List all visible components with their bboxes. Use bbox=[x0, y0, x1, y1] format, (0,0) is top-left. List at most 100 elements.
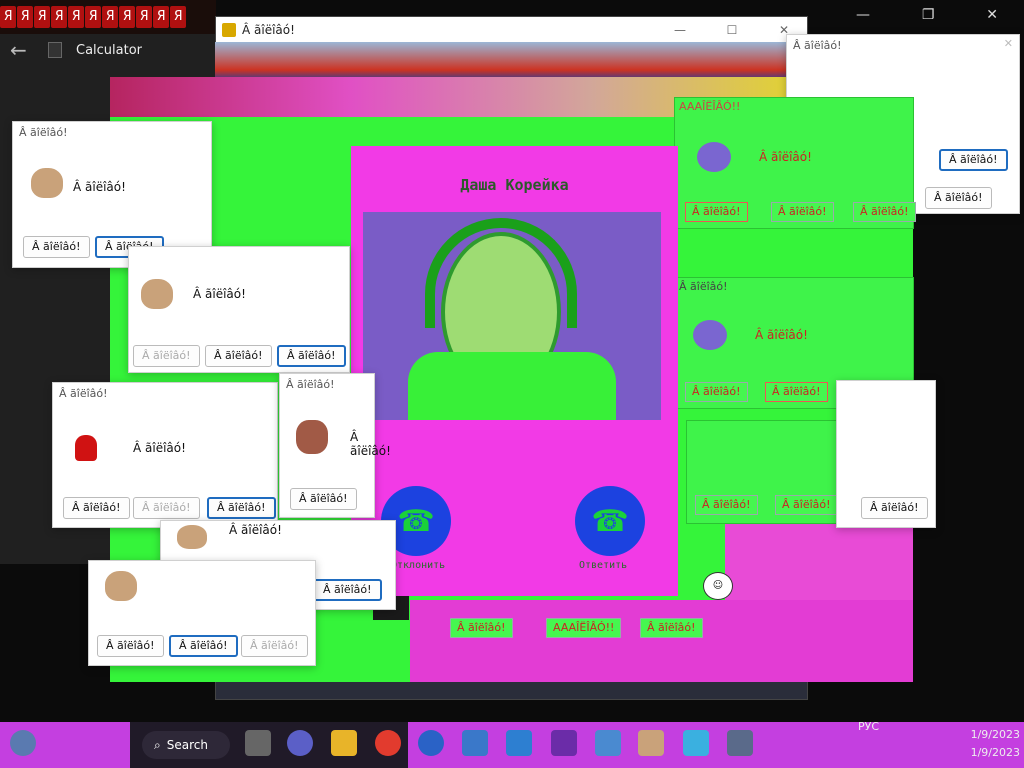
dialog-message: Â ãîëîâó! bbox=[133, 441, 186, 455]
main-window-titlebar: Â ãîëîâó! — ☐ ✕ bbox=[216, 17, 807, 43]
dog-avatar bbox=[105, 571, 137, 601]
decline-call-label: Отклонить bbox=[391, 560, 446, 571]
dialog-message: Â ãîëîâó! bbox=[229, 523, 282, 537]
back-arrow-icon[interactable]: ← bbox=[10, 38, 34, 62]
browser-tab[interactable]: Я bbox=[102, 6, 118, 28]
dialog-button[interactable]: Â ãîëîâó! bbox=[939, 149, 1008, 171]
search-label: Search bbox=[166, 738, 208, 752]
weather-icon[interactable] bbox=[10, 730, 36, 756]
dialog-button[interactable]: Â ãîëîâó! bbox=[207, 497, 276, 519]
dialog: Â ãîëîâó! Â ãîëîâó! Â ãîëîâó! Â ãîëîâó! bbox=[128, 246, 350, 373]
dialog-message: Â ãîëîâó! bbox=[759, 150, 812, 164]
dialog-button[interactable]: Â ãîëîâó! bbox=[861, 497, 928, 519]
accept-call-label: Ответить bbox=[579, 560, 628, 571]
calculator-titlebar: ← Calculator bbox=[0, 34, 216, 66]
dialog-button[interactable]: Â ãîëîâó! bbox=[169, 635, 238, 657]
man-avatar bbox=[296, 420, 328, 454]
image-viewer-icon[interactable] bbox=[595, 730, 621, 756]
dialog-button[interactable]: Â ãîëîâó! bbox=[685, 382, 748, 402]
dialog-title: Â ãîëîâó! bbox=[59, 387, 108, 400]
paint-icon[interactable] bbox=[683, 730, 709, 756]
dialog-button[interactable]: Â ãîëîâó! bbox=[133, 345, 200, 367]
browser-tab[interactable]: Я bbox=[51, 6, 67, 28]
maximize-icon[interactable]: ☐ bbox=[709, 23, 755, 37]
shirt-shape bbox=[408, 352, 616, 420]
taskbar-search-button[interactable]: ⌕ Search bbox=[142, 731, 230, 759]
dialog-button[interactable]: Â ãîëîâó! bbox=[685, 202, 748, 222]
dialog: Â ãîëîâó! bbox=[836, 380, 936, 528]
dog-app-icon[interactable] bbox=[638, 730, 664, 756]
calculator-icon bbox=[48, 42, 62, 58]
flag-banner-image bbox=[215, 42, 808, 82]
minimize-icon[interactable]: — bbox=[856, 7, 870, 23]
caller-photo bbox=[363, 212, 661, 420]
teams-chat-icon[interactable] bbox=[287, 730, 313, 756]
dialog-button[interactable]: Â ãîëîâó! bbox=[695, 495, 758, 515]
dialog-message: Â ãîëîâó! bbox=[755, 328, 808, 342]
dialog: Â ãîëîâó! Â ãîëîâó! Â ãîëîâó! bbox=[88, 560, 316, 666]
language-indicator[interactable]: РУС bbox=[858, 720, 879, 733]
avatar bbox=[693, 320, 727, 350]
dialog: Â ãîëîâó! Â ãîëîâó! Â ãîëîâó! bbox=[279, 373, 391, 518]
dialog-title: Â ãîëîâó! bbox=[679, 280, 728, 293]
dialog-message: Â ãîëîâó! bbox=[73, 180, 126, 194]
browser-tab[interactable]: Я bbox=[119, 6, 135, 28]
dialog-title: Â ãîëîâó! bbox=[19, 126, 68, 139]
browser-icon[interactable] bbox=[418, 730, 444, 756]
troll-face-icon: ☺ bbox=[703, 572, 733, 600]
browser-tab[interactable]: Я bbox=[153, 6, 169, 28]
window-controls: — ❐ ✕ bbox=[830, 0, 1024, 30]
dialog-button[interactable]: Â ãîëîâó! bbox=[97, 635, 164, 657]
chrome-icon[interactable] bbox=[375, 730, 401, 756]
close-icon[interactable]: ✕ bbox=[1004, 37, 1013, 50]
dialog-button[interactable]: Â ãîëîâó! bbox=[853, 202, 916, 222]
minimize-icon[interactable]: — bbox=[657, 23, 703, 37]
task-view-icon[interactable] bbox=[245, 730, 271, 756]
notepad-icon[interactable] bbox=[506, 730, 532, 756]
search-icon: ⌕ bbox=[154, 737, 161, 752]
dog-avatar bbox=[141, 279, 173, 309]
yahoo-icon[interactable] bbox=[551, 730, 577, 756]
dialog-button[interactable]: Â ãîëîâó! bbox=[133, 497, 200, 519]
dialog-title: AAAÎËÎÂÓ!! bbox=[679, 100, 741, 113]
dialog-button[interactable]: Â ãîëîâó! bbox=[23, 236, 90, 258]
browser-tab[interactable]: Я bbox=[68, 6, 84, 28]
phone-icon: ☎ bbox=[591, 503, 629, 539]
calculator-title: Calculator bbox=[76, 42, 143, 58]
dialog-button[interactable]: Â ãîëîâó! bbox=[63, 497, 130, 519]
glitch-button-row: Â ãîëîâó! AAAÎËÎÂÓ!! Â ãîëîâó! bbox=[450, 616, 720, 642]
file-explorer-icon[interactable] bbox=[331, 730, 357, 756]
dialog-button[interactable]: Â ãîëîâó! bbox=[290, 488, 357, 510]
browser-tab[interactable]: Я bbox=[0, 6, 16, 28]
dialog-button[interactable]: Â ãîëîâó! bbox=[450, 618, 513, 638]
avatar bbox=[697, 142, 731, 172]
dog-avatar bbox=[177, 525, 207, 549]
dialog-button[interactable]: Â ãîëîâó! bbox=[277, 345, 346, 367]
browser-tab[interactable]: Я bbox=[85, 6, 101, 28]
calculator-icon[interactable] bbox=[727, 730, 753, 756]
dialog-button[interactable]: Â ãîëîâó! bbox=[640, 618, 703, 638]
browser-tab[interactable]: Я bbox=[34, 6, 50, 28]
close-icon[interactable]: ✕ bbox=[986, 7, 998, 23]
maximize-icon[interactable]: ❐ bbox=[922, 7, 935, 23]
browser-tab[interactable]: Я bbox=[170, 6, 186, 28]
browser-tab[interactable]: Я bbox=[17, 6, 33, 28]
monitor-app-icon[interactable] bbox=[462, 730, 488, 756]
dialog-button[interactable]: Â ãîëîâó! bbox=[775, 495, 838, 515]
dialog-button[interactable]: Â ãîëîâó! bbox=[765, 382, 828, 402]
dialog-button[interactable]: Â ãîëîâó! bbox=[205, 345, 272, 367]
browser-tab[interactable]: Я bbox=[136, 6, 152, 28]
browser-tab-strip[interactable]: ЯЯЯЯЯЯЯЯЯЯЯ bbox=[0, 0, 216, 34]
dialog: Â ãîëîâó! Â ãîëîâó! bbox=[686, 420, 838, 524]
system-clock[interactable]: 1/9/2023 1/9/2023 bbox=[940, 726, 1020, 762]
crown-icon bbox=[222, 23, 236, 37]
dog-avatar bbox=[31, 168, 63, 198]
dialog-button[interactable]: Â ãîëîâó! bbox=[241, 635, 308, 657]
accept-call-button[interactable]: ☎ bbox=[575, 486, 645, 556]
dialog-button[interactable]: Â ãîëîâó! bbox=[313, 579, 382, 601]
dialog-button[interactable]: Â ãîëîâó! bbox=[771, 202, 834, 222]
dialog-button[interactable]: Â ãîëîâó! bbox=[925, 187, 992, 209]
clock-date: 1/9/2023 bbox=[970, 728, 1020, 741]
crewmate-avatar bbox=[75, 435, 97, 461]
dialog-button[interactable]: AAAÎËÎÂÓ!! bbox=[546, 618, 622, 638]
